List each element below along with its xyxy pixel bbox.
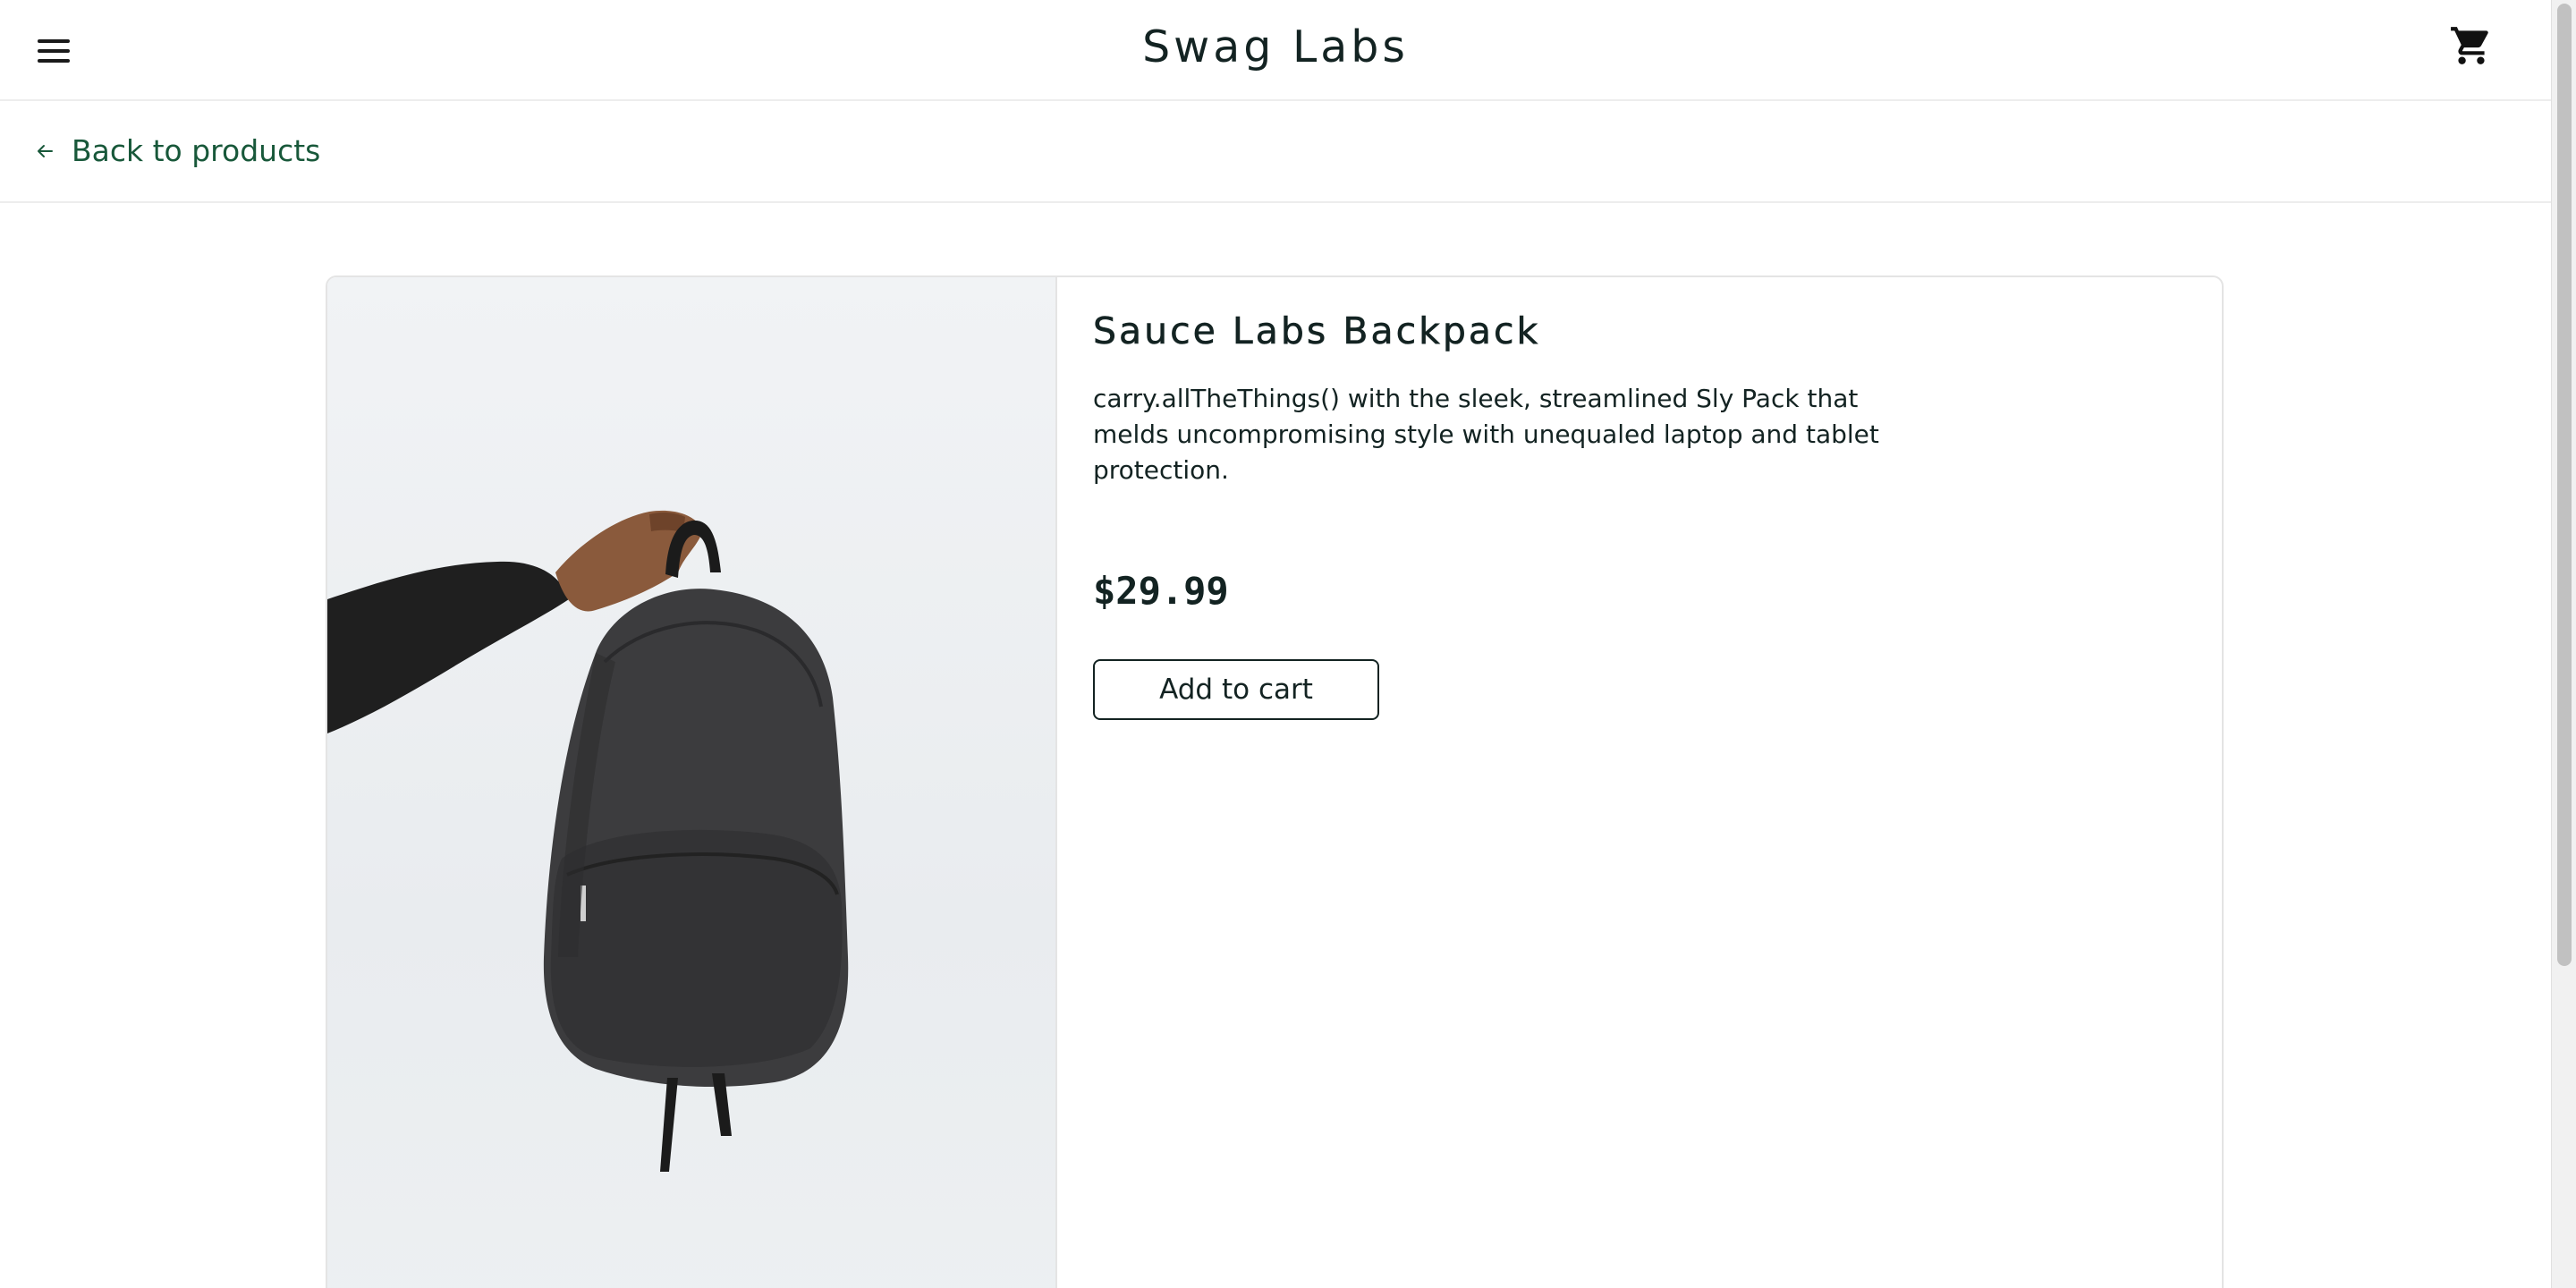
back-to-products-label: Back to products — [72, 133, 321, 168]
vertical-scrollbar[interactable] — [2551, 0, 2576, 1288]
cart-svg — [2451, 27, 2488, 64]
product-details: Sauce Labs Backpack carry.allTheThings()… — [1093, 309, 2166, 720]
primary-header: Swag Labs — [0, 0, 2551, 101]
app-logo: Swag Labs — [1142, 21, 1409, 72]
app-root: Swag Labs Back to products Sauce Labs Ba… — [0, 0, 2576, 1288]
product-description: carry.allTheThings() with the sleek, str… — [1093, 384, 1879, 485]
shopping-cart-icon[interactable] — [2449, 23, 2494, 68]
add-to-cart-button[interactable]: Add to cart — [1093, 659, 1379, 720]
product-detail-card: Sauce Labs Backpack carry.allTheThings()… — [326, 275, 2224, 1288]
secondary-header: Back to products — [0, 101, 2551, 203]
product-price: $29.99 — [1093, 569, 1229, 613]
scrollbar-thumb[interactable] — [2557, 4, 2572, 966]
product-image — [327, 277, 1057, 1288]
backpack-image-svg — [327, 510, 849, 1172]
back-to-products-button[interactable]: Back to products — [34, 133, 320, 168]
arrow-left-icon — [38, 144, 53, 157]
product-name: Sauce Labs Backpack — [1093, 309, 1541, 353]
